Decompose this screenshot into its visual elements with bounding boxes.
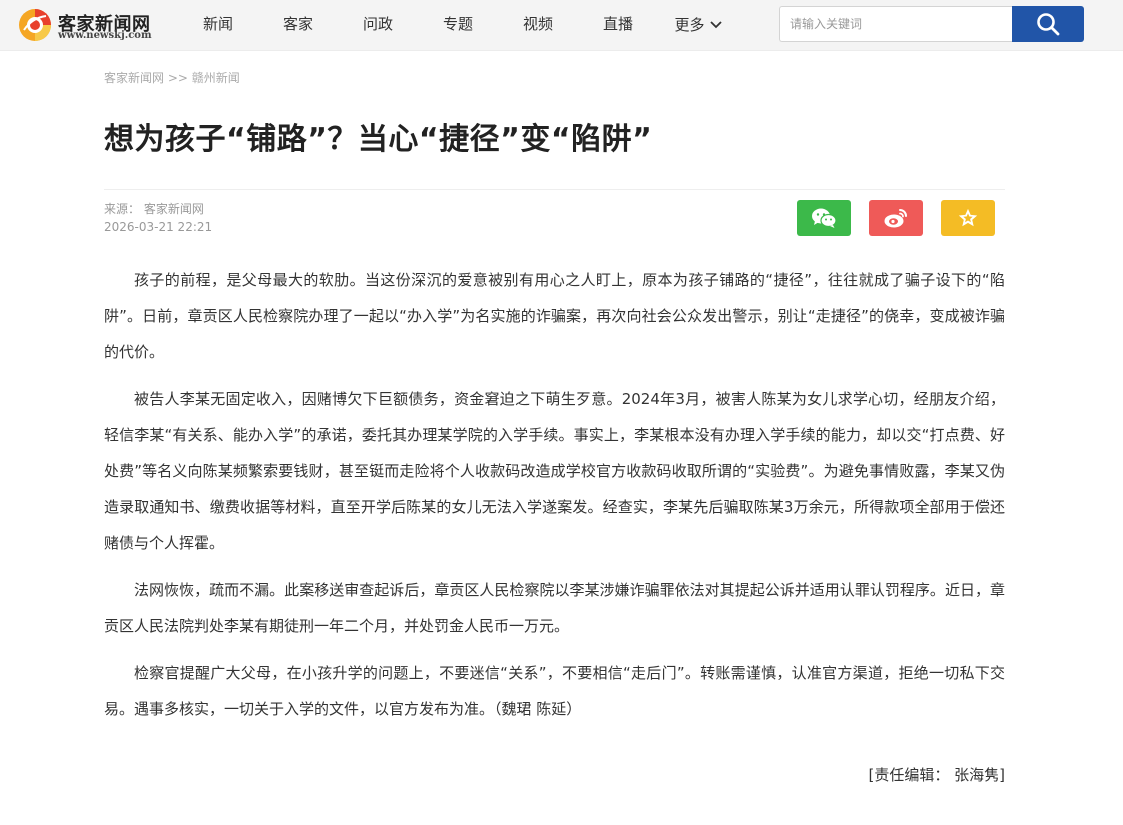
- nav-item-more[interactable]: 更多: [658, 0, 738, 50]
- chevron-down-icon: [709, 21, 722, 29]
- source-label: 来源：: [104, 202, 141, 216]
- title-divider: [104, 189, 1005, 190]
- share-weibo-button[interactable]: [869, 200, 923, 236]
- article-title: 想为孩子“铺路”？当心“捷径”变“陷阱”: [104, 122, 653, 157]
- site-header: 客家新闻网 www.newskj.com 新闻 客家 问政 专题 视频 直播 更…: [0, 0, 1123, 51]
- nav-item-live[interactable]: 直播: [578, 0, 658, 50]
- favorite-button[interactable]: [941, 200, 995, 236]
- breadcrumb-home[interactable]: 客家新闻网: [104, 71, 164, 85]
- logo-icon: [19, 9, 51, 41]
- responsible-editor: [责任编辑： 张海隽]: [868, 766, 1005, 784]
- source-name: 客家新闻网: [143, 202, 204, 216]
- breadcrumb: 客家新闻网 >> 赣州新闻: [104, 69, 240, 86]
- logo-url: www.newskj.com: [58, 30, 152, 41]
- nav-more-label: 更多: [674, 16, 705, 34]
- search-input[interactable]: [779, 6, 1012, 42]
- breadcrumb-section[interactable]: 赣州新闻: [192, 71, 240, 85]
- main-nav: 新闻 客家 问政 专题 视频 直播 更多: [178, 0, 738, 50]
- article-paragraph: 法网恢恢，疏而不漏。此案移送审查起诉后，章贡区人民检察院以李某涉嫌诈骗罪依法对其…: [104, 581, 1005, 635]
- star-icon: [958, 208, 978, 227]
- article-datetime: 2026-03-21 22:21: [104, 220, 213, 234]
- nav-item-politics[interactable]: 问政: [338, 0, 418, 50]
- share-wechat-button[interactable]: [797, 200, 851, 236]
- nav-item-hakka[interactable]: 客家: [258, 0, 338, 50]
- article-body: 孩子的前程，是父母最大的软肋。当这份深沉的爱意被别有用心之人盯上，原本为孩子铺路…: [104, 262, 1005, 738]
- site-logo[interactable]: 客家新闻网 www.newskj.com: [18, 8, 152, 44]
- article-paragraph: 被告人李某无固定收入，因赌博欠下巨额债务，资金窘迫之下萌生歹意。2024年3月，…: [104, 390, 1005, 552]
- nav-item-news[interactable]: 新闻: [178, 0, 258, 50]
- article-paragraph: 孩子的前程，是父母最大的软肋。当这份深沉的爱意被别有用心之人盯上，原本为孩子铺路…: [104, 271, 1005, 361]
- article-paragraph: 检察官提醒广大父母，在小孩升学的问题上，不要迷信“关系”，不要相信“走后门”。转…: [104, 664, 1005, 718]
- article-meta: 来源： 客家新闻网 2026-03-21 22:21: [104, 200, 212, 236]
- article-source: 来源： 客家新闻网: [104, 200, 212, 218]
- search-button[interactable]: [1012, 6, 1084, 42]
- breadcrumb-separator: >>: [167, 71, 188, 85]
- nav-item-video[interactable]: 视频: [498, 0, 578, 50]
- weibo-icon: [884, 209, 907, 228]
- wechat-icon: [812, 208, 837, 228]
- nav-item-topics[interactable]: 专题: [418, 0, 498, 50]
- search-icon: [1037, 13, 1060, 36]
